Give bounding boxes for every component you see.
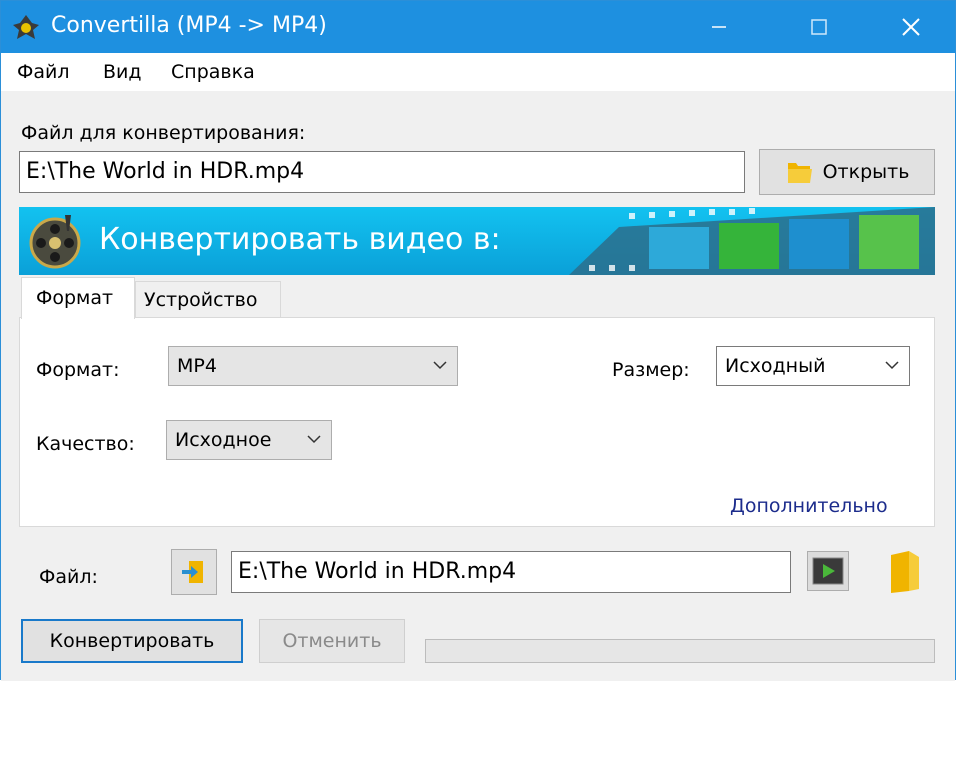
- play-button[interactable]: [807, 551, 849, 591]
- format-select[interactable]: MP4: [168, 346, 458, 386]
- size-select-value: Исходный: [725, 355, 826, 377]
- minimize-button[interactable]: [673, 1, 765, 53]
- menu-bar: Файл Вид Справка: [1, 53, 955, 91]
- size-label: Размер:: [612, 359, 690, 381]
- app-window: Convertilla (MP4 -> MP4) Файл Вид Справк…: [0, 0, 956, 681]
- chevron-down-icon: [433, 361, 447, 370]
- import-file-icon: [182, 561, 203, 583]
- tab-device[interactable]: Устройство: [135, 281, 281, 317]
- convert-banner: Конвертировать видео в:: [19, 207, 935, 275]
- menu-view[interactable]: Вид: [103, 59, 142, 85]
- output-file-label: Файл:: [39, 566, 98, 588]
- cancel-button-label: Отменить: [282, 630, 382, 652]
- quality-select-value: Исходное: [175, 429, 272, 451]
- convert-button-label: Конвертировать: [49, 630, 215, 652]
- open-output-folder-button[interactable]: [885, 549, 925, 595]
- app-logo-icon: [13, 15, 39, 39]
- window-title: Convertilla (MP4 -> MP4): [51, 13, 327, 38]
- conversion-progress-bar: [425, 639, 935, 663]
- output-file-input[interactable]: E:\The World in HDR.mp4: [231, 551, 791, 593]
- open-button-label: Открыть: [822, 161, 910, 183]
- folder-icon: [891, 551, 919, 593]
- source-file-label: Файл для конвертирования:: [21, 122, 306, 144]
- menu-file[interactable]: Файл: [17, 59, 70, 85]
- minimize-icon: [712, 26, 726, 28]
- menu-help[interactable]: Справка: [171, 59, 255, 85]
- source-file-input[interactable]: E:\The World in HDR.mp4: [19, 151, 745, 193]
- format-label: Формат:: [36, 359, 120, 381]
- main-content: Файл для конвертирования: E:\The World i…: [1, 91, 955, 681]
- format-tab-panel: Формат: MP4 Размер: Исходный Качество: И…: [19, 317, 935, 527]
- quality-label: Качество:: [36, 433, 135, 455]
- close-button[interactable]: [865, 1, 957, 53]
- format-select-value: MP4: [177, 355, 217, 377]
- film-strip-decoration: [569, 207, 935, 275]
- maximize-icon: [811, 19, 827, 35]
- close-icon: [902, 18, 920, 36]
- maximize-button[interactable]: [773, 1, 865, 53]
- chevron-down-icon: [885, 361, 899, 370]
- convert-button[interactable]: Конвертировать: [21, 619, 243, 663]
- film-reel-icon: [29, 215, 81, 269]
- open-button[interactable]: Открыть: [759, 149, 935, 195]
- banner-title: Конвертировать видео в:: [99, 222, 501, 257]
- size-select[interactable]: Исходный: [716, 346, 910, 386]
- quality-select[interactable]: Исходное: [166, 420, 332, 460]
- cancel-button: Отменить: [259, 619, 405, 663]
- title-bar[interactable]: Convertilla (MP4 -> MP4): [1, 1, 955, 53]
- play-video-icon: [812, 557, 844, 585]
- advanced-link[interactable]: Дополнительно: [730, 494, 888, 518]
- folder-icon: [787, 163, 812, 183]
- chevron-down-icon: [307, 435, 321, 444]
- select-output-button[interactable]: [171, 549, 217, 595]
- tab-format[interactable]: Формат: [21, 277, 135, 319]
